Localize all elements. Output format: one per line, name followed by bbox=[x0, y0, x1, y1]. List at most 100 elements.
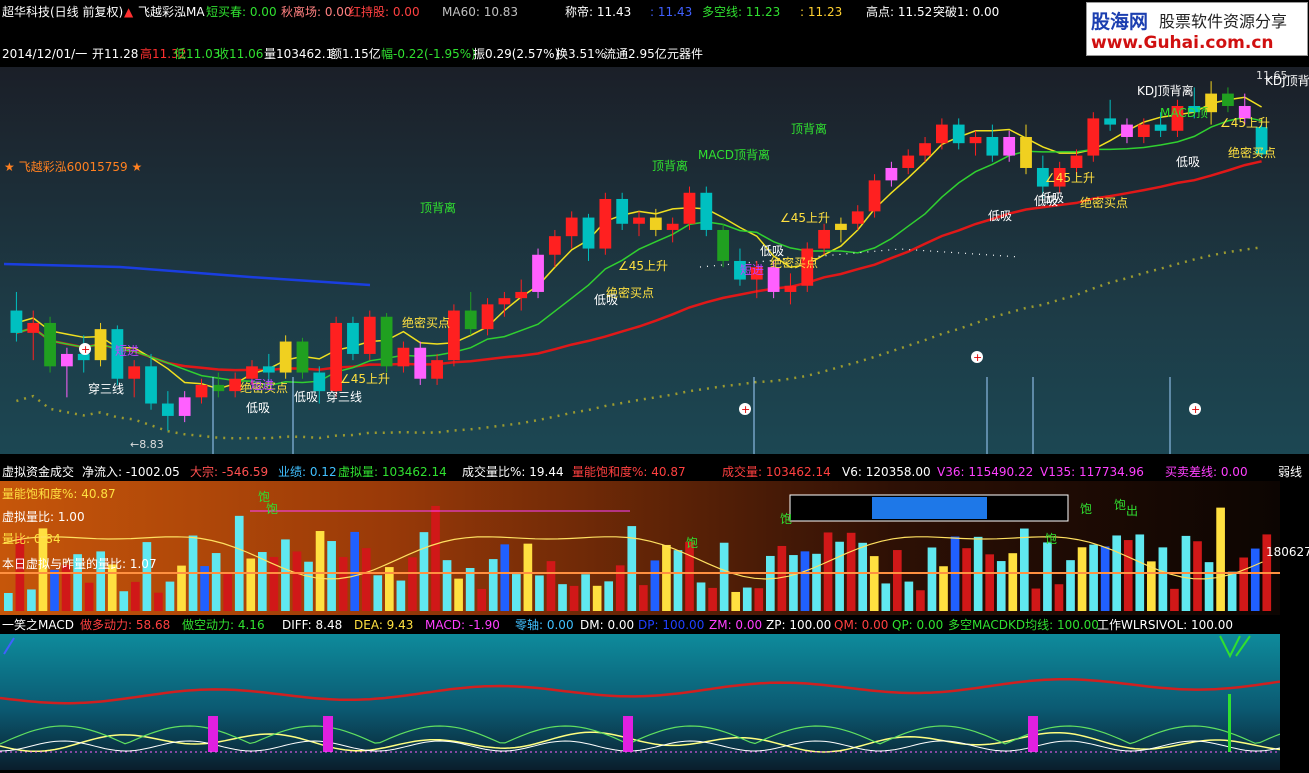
volume-bar bbox=[650, 560, 660, 611]
volume-bar bbox=[823, 532, 833, 611]
volume-bar bbox=[1216, 507, 1225, 611]
volume-bar bbox=[1043, 542, 1052, 611]
qp-value: QP: 0.00 bbox=[892, 618, 944, 632]
candle-body bbox=[414, 347, 427, 379]
wlrsivol-value: 工作WLRSIVOL: 100.00 bbox=[1097, 618, 1234, 632]
long-short-line-value-2: : 11.23 bbox=[800, 5, 843, 19]
candle-body bbox=[296, 341, 309, 373]
candle-body bbox=[27, 322, 40, 333]
annotation-label: 顶背离 bbox=[652, 158, 688, 173]
volume-bar bbox=[685, 541, 694, 611]
candle-body bbox=[44, 322, 56, 367]
annotation-label: 短进 bbox=[250, 378, 274, 392]
candle-body bbox=[548, 236, 561, 255]
price-chart-panel[interactable]: ★ 飞越彩泓60015759 ★ ←8.83 11.65 + + + + 顶背离 顶背离 M… bbox=[0, 67, 1309, 454]
candle-body bbox=[178, 397, 191, 416]
volume-bar bbox=[431, 505, 440, 611]
long-short-line-value: 多空线: 11.23 bbox=[702, 5, 781, 19]
annotation-label: 绝密买点 bbox=[1080, 195, 1128, 210]
volume-bar bbox=[281, 539, 290, 611]
stock-title[interactable]: 超华科技(日线 前复权) bbox=[2, 5, 123, 19]
volume-bar bbox=[211, 553, 221, 611]
candle-body bbox=[61, 353, 73, 367]
volume-bar bbox=[419, 532, 429, 611]
volume-bar bbox=[927, 547, 937, 611]
candle-body bbox=[717, 229, 730, 261]
annotation-label: 低吸 bbox=[294, 390, 318, 404]
candle-body bbox=[1003, 136, 1016, 156]
macd-panel[interactable] bbox=[0, 634, 1281, 770]
candle-body bbox=[1087, 118, 1100, 156]
short-power: 做空动力: 4.16 bbox=[182, 618, 265, 632]
volume-bar bbox=[1066, 560, 1075, 611]
net-inflow: 净流入: -1002.05 bbox=[82, 465, 180, 479]
annotation-label: KDJ顶背离 bbox=[1265, 73, 1309, 88]
volume-bar bbox=[789, 555, 798, 611]
ma-yellow-line bbox=[16, 96, 1262, 390]
volume-bar bbox=[639, 585, 648, 611]
candle-body bbox=[1222, 93, 1234, 106]
macd-value: MACD: -1.90 bbox=[425, 618, 500, 632]
candle-body bbox=[363, 316, 376, 354]
volume-bar bbox=[846, 532, 856, 611]
dp-value: DP: 100.00 bbox=[638, 618, 705, 632]
candle-body bbox=[464, 310, 477, 330]
macd-yellow-line bbox=[0, 731, 1281, 753]
volume-bar bbox=[962, 548, 971, 611]
saturation-label: 量能饱和度%: 40.87 bbox=[2, 487, 116, 501]
candle-body bbox=[10, 310, 23, 333]
annotation-label: ∠45上升 bbox=[1220, 116, 1270, 130]
volume-bar bbox=[569, 585, 579, 611]
amplitude-value: 振0.29(2.57%) bbox=[473, 47, 560, 61]
annotation-label: 低吸 bbox=[1040, 191, 1064, 205]
logo-brand: 股海网 bbox=[1091, 11, 1149, 33]
candle-body bbox=[262, 366, 275, 373]
annotation-label: KDJ顶背离 bbox=[1137, 83, 1194, 98]
logo-url: www.Guhai.com.cn bbox=[1091, 33, 1274, 53]
volume-bar bbox=[1089, 544, 1098, 611]
candle-body bbox=[94, 329, 107, 361]
volume-bar bbox=[234, 515, 244, 611]
candle-body bbox=[835, 223, 847, 230]
volume-ratio-label: 量比: 0.84 bbox=[2, 532, 61, 546]
candle-body bbox=[532, 254, 544, 292]
volume-panel-title[interactable]: 虚拟资金成交 bbox=[2, 465, 74, 479]
volume-bar bbox=[869, 556, 879, 611]
volume-bar bbox=[985, 554, 995, 611]
volume-bar bbox=[165, 581, 175, 611]
site-logo: 股海网 股票软件资源分享 www.Guhai.com.cn bbox=[1086, 2, 1308, 56]
volume-bar bbox=[338, 557, 348, 611]
candle-body bbox=[851, 211, 864, 224]
volume-bar bbox=[4, 593, 13, 611]
macd-panel-title[interactable]: 一笑之MACD bbox=[2, 618, 74, 632]
volume-bar bbox=[800, 551, 810, 611]
candle-body bbox=[784, 285, 797, 292]
candle-body bbox=[986, 136, 999, 156]
volume-bar bbox=[512, 574, 521, 611]
candle-body bbox=[582, 217, 595, 249]
ma60-value: MA60: 10.83 bbox=[442, 5, 519, 19]
volume-bar bbox=[154, 592, 163, 611]
candlestick-chart[interactable]: ★ 飞越彩泓60015759 ★ ←8.83 11.65 ++++顶背离顶背离M… bbox=[0, 67, 1309, 454]
volume-bar bbox=[1054, 584, 1064, 611]
macd-signal-bar bbox=[623, 716, 633, 752]
saturation-mark: 出 bbox=[1126, 504, 1138, 518]
volume-panel[interactable]: 饱饱饱饱饱饱饱出 量能饱和度%: 40.87 虚拟量比: 1.00 量比: 0.… bbox=[0, 481, 1280, 615]
emperor-value: 称帝: 11.43 bbox=[565, 5, 632, 19]
saturation-mark: 饱 bbox=[780, 511, 792, 526]
date-label: 2014/12/01/一 bbox=[2, 47, 88, 61]
candle-body bbox=[347, 322, 359, 354]
candle-body bbox=[498, 298, 511, 305]
annotation-label: 顶背离 bbox=[791, 121, 827, 136]
candle-body bbox=[935, 124, 948, 144]
candle-body bbox=[1137, 124, 1150, 137]
volume-bar bbox=[858, 542, 868, 611]
saturation-mark: 饱 bbox=[1045, 531, 1057, 546]
macd-chart[interactable] bbox=[0, 634, 1281, 770]
volume-chart[interactable]: 饱饱饱饱饱饱饱出 bbox=[0, 481, 1280, 615]
volume-bar bbox=[754, 588, 764, 611]
indicator-name[interactable]: 飞越彩泓MA bbox=[138, 5, 205, 19]
plus-mark: + bbox=[741, 403, 750, 416]
volume-bar bbox=[719, 542, 729, 611]
annotation-label: 低吸 bbox=[1176, 155, 1200, 169]
